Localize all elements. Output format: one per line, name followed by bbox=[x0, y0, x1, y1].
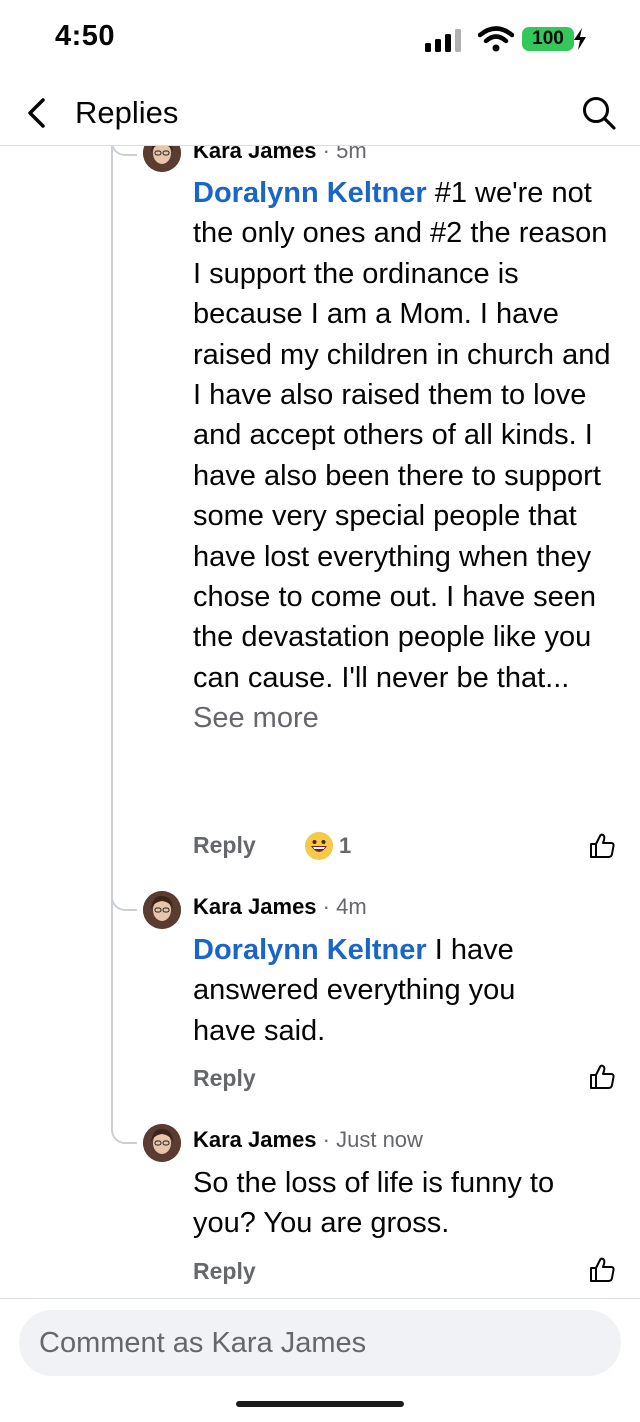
page-title: Replies bbox=[75, 95, 179, 130]
search-icon[interactable] bbox=[580, 94, 618, 132]
reply-button[interactable]: Reply bbox=[193, 1258, 256, 1285]
cellular-signal-icon bbox=[425, 29, 461, 52]
comment-author[interactable]: Kara James bbox=[193, 894, 317, 919]
comment-body: Doralynn Keltner I have answered everyth… bbox=[193, 930, 573, 1051]
status-bar: 4:50 100 bbox=[0, 0, 640, 80]
chevron-left-icon[interactable] bbox=[20, 94, 56, 132]
battery-level: 100 bbox=[532, 28, 564, 49]
see-more-link[interactable]: See more bbox=[193, 702, 319, 734]
charging-bolt-icon bbox=[574, 28, 586, 50]
wifi-icon bbox=[478, 26, 514, 52]
comment-body: Doralynn Keltner #1 we're not the only o… bbox=[193, 173, 623, 739]
comment-composer bbox=[0, 1298, 640, 1422]
reply-button[interactable]: Reply bbox=[193, 1065, 256, 1092]
comment-text: #1 we're not the only ones and #2 the re… bbox=[193, 177, 611, 694]
comment-time[interactable]: 5m bbox=[336, 146, 367, 163]
thread-connector bbox=[111, 1128, 137, 1144]
nav-bar: Replies bbox=[0, 80, 640, 146]
comment-meta: Kara James · 5m bbox=[193, 146, 367, 164]
comment-meta: Kara James · 4m bbox=[193, 894, 367, 920]
avatar[interactable] bbox=[143, 891, 181, 929]
comment-time-separator: · bbox=[316, 1127, 337, 1152]
thread-line bbox=[111, 146, 113, 1131]
home-indicator[interactable] bbox=[236, 1401, 404, 1407]
status-time: 4:50 bbox=[55, 20, 116, 52]
comment-input[interactable] bbox=[19, 1310, 621, 1376]
reaction-count: 1 bbox=[339, 833, 352, 858]
comment-time[interactable]: Just now bbox=[336, 1127, 423, 1152]
reply-thread: Kara James · 5m Doralynn Keltner #1 we'r… bbox=[0, 146, 640, 1298]
reply-button[interactable]: Reply bbox=[193, 832, 256, 859]
thumbs-up-icon[interactable] bbox=[588, 832, 616, 860]
comment-meta: Kara James · Just now bbox=[193, 1127, 423, 1153]
comment-body: So the loss of life is funny to you? You… bbox=[193, 1167, 555, 1240]
comment-time-separator: · bbox=[316, 894, 337, 919]
avatar[interactable] bbox=[143, 146, 181, 172]
comment-time[interactable]: 4m bbox=[336, 894, 367, 919]
thread-connector bbox=[111, 895, 137, 911]
comment-author[interactable]: Kara James bbox=[193, 1127, 317, 1152]
grinning-face-emoji-icon bbox=[305, 832, 333, 860]
battery-indicator: 100 bbox=[522, 24, 588, 54]
mention-link[interactable]: Doralynn Keltner bbox=[193, 934, 427, 966]
thumbs-up-icon[interactable] bbox=[588, 1063, 616, 1091]
reaction-summary[interactable]: 1 bbox=[305, 832, 365, 860]
comment-author[interactable]: Kara James bbox=[193, 146, 317, 163]
thumbs-up-icon[interactable] bbox=[588, 1256, 616, 1284]
comment-input-pill bbox=[19, 1310, 621, 1376]
mention-link[interactable]: Doralynn Keltner bbox=[193, 177, 427, 209]
thread-connector bbox=[111, 146, 137, 156]
avatar[interactable] bbox=[143, 1124, 181, 1162]
comment-time-separator: · bbox=[316, 146, 337, 163]
